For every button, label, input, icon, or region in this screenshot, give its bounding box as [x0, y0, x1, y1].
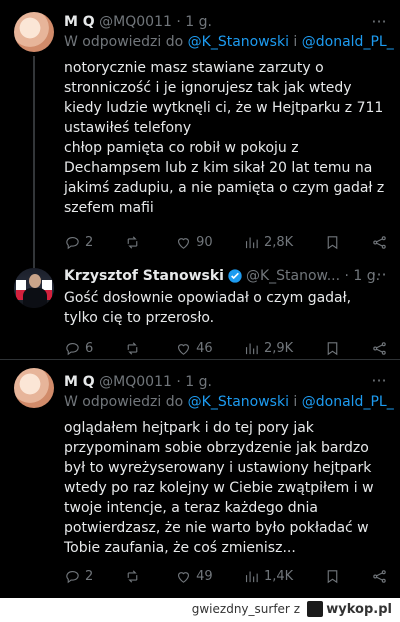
verified-icon: [228, 269, 242, 283]
tweet-header: M Q @MQ0011 · 1 g.: [64, 372, 388, 392]
tweet-actions: 6 46 2,9K: [64, 338, 388, 358]
reply-prefix: W odpowiedzi do: [64, 34, 184, 50]
views-icon: [245, 571, 258, 582]
mention-link[interactable]: @K_Stanowski: [188, 34, 289, 50]
timestamp[interactable]: 1 g.: [185, 372, 212, 392]
reply-button[interactable]: 2: [64, 568, 93, 585]
reply-button[interactable]: 2: [64, 234, 93, 251]
bookmark-icon: [327, 341, 337, 355]
user-handle[interactable]: @MQ0011: [99, 372, 172, 392]
mention-link[interactable]: @donald_PL_: [302, 394, 394, 410]
share-button[interactable]: [371, 568, 388, 585]
user-handle[interactable]: @K_Stanow...: [246, 266, 340, 286]
tweet-thread: · · · M Q @MQ0011 · 1 g. W odpowiedzi do @…: [0, 0, 400, 598]
reply-prefix: W odpowiedzi do: [64, 394, 184, 410]
tweet-1[interactable]: ··· M Q @MQ0011 · 1 g. W odpowiedzi do @…: [0, 0, 400, 260]
wykop-logo-text: wykop.pl: [326, 601, 392, 617]
display-name[interactable]: M Q: [64, 372, 95, 392]
reply-count: 2: [85, 568, 94, 584]
share-icon: [373, 235, 386, 249]
reply-count: 2: [85, 234, 94, 250]
tweet-text-content: notorycznie masz stawiane zarzuty o stro…: [64, 60, 385, 216]
reply-and: i: [293, 394, 298, 410]
avatar[interactable]: [14, 368, 54, 408]
display-name[interactable]: Krzysztof Stanowski: [64, 266, 224, 286]
views-icon: [245, 343, 258, 354]
tweet-text: notorycznie masz stawiane zarzuty o stro…: [64, 58, 388, 218]
bookmark-button[interactable]: [324, 568, 341, 585]
user-handle[interactable]: @MQ0011: [99, 12, 172, 32]
thread-line: [33, 56, 35, 260]
share-button[interactable]: [371, 340, 388, 357]
tweet-header: Krzysztof Stanowski @K_Stanow... · 1 g.: [64, 266, 388, 286]
avatar[interactable]: [14, 12, 54, 52]
like-icon: [178, 237, 190, 249]
bookmark-icon: [327, 569, 337, 583]
bookmark-button[interactable]: [324, 340, 341, 357]
reply-icon: [66, 342, 79, 355]
tweet-text: oglądałem hejtpark i do tej pory jak prz…: [64, 418, 388, 558]
display-name[interactable]: M Q: [64, 12, 95, 32]
separator-dot: ·: [176, 374, 181, 390]
mention-link[interactable]: @donald_PL_: [302, 34, 394, 50]
separator-dot: ·: [176, 14, 181, 30]
mention-link[interactable]: @K_Stanowski: [188, 394, 289, 410]
wykop-logo-icon: [307, 601, 324, 617]
bookmark-icon: [327, 235, 337, 249]
reply-and: i: [293, 34, 298, 50]
wykop-logo: wykop.pl: [307, 601, 392, 617]
share-icon: [373, 569, 386, 583]
retweet-icon: [127, 235, 137, 249]
thread-line: [33, 260, 35, 268]
like-button[interactable]: 49: [175, 568, 213, 585]
views-button[interactable]: 2,8K: [243, 234, 293, 251]
reply-icon: [66, 570, 79, 583]
share-icon: [373, 341, 386, 355]
reply-context: W odpowiedzi do @K_Stanowski i @donald_P…: [64, 32, 394, 52]
watermark-footer: gwiezdny_surfer z wykop.pl: [0, 598, 400, 622]
views-button[interactable]: 2,9K: [243, 340, 293, 357]
timestamp[interactable]: 1 g.: [185, 12, 212, 32]
views-count: 2,8K: [264, 234, 294, 250]
timestamp[interactable]: 1 g.: [353, 266, 380, 286]
like-count: 49: [196, 568, 213, 584]
like-icon: [178, 343, 190, 355]
reply-context: W odpowiedzi do @K_Stanowski i @donald_P…: [64, 392, 394, 412]
tweet-text: Gość dosłownie opowiadał o czym gadał, t…: [64, 288, 388, 328]
avatar[interactable]: [14, 268, 54, 308]
retweet-button[interactable]: [124, 568, 145, 585]
like-button[interactable]: 46: [175, 340, 213, 357]
views-icon: [245, 237, 258, 248]
reply-button[interactable]: 6: [64, 340, 93, 357]
share-button[interactable]: [371, 234, 388, 251]
tweet-text-content: oglądałem hejtpark i do tej pory jak prz…: [64, 420, 374, 556]
tweet-actions: 2 49 1,4K: [64, 566, 388, 586]
like-count: 90: [196, 234, 213, 250]
tweet-header: M Q @MQ0011 · 1 g.: [64, 12, 388, 32]
like-icon: [178, 571, 190, 583]
views-count: 1,4K: [264, 568, 294, 584]
tweet-actions: 2 90 2,8K: [64, 232, 388, 252]
retweet-button[interactable]: [124, 234, 145, 251]
retweet-icon: [127, 569, 137, 583]
views-count: 2,9K: [264, 340, 294, 356]
reply-count: 6: [85, 340, 94, 356]
views-button[interactable]: 1,4K: [243, 568, 293, 585]
separator-dot: ·: [344, 268, 349, 284]
tweet-2[interactable]: ··· Krzysztof Stanowski @K_Stanow... · 1…: [0, 260, 400, 360]
uploader-name: gwiezdny_surfer z: [191, 602, 300, 616]
tweet-text-content: Gość dosłownie opowiadał o czym gadał, t…: [64, 290, 352, 326]
like-count: 46: [196, 340, 213, 356]
like-button[interactable]: 90: [175, 234, 213, 251]
tweet-3[interactable]: ··· M Q @MQ0011 · 1 g. W odpowiedzi do @…: [0, 360, 400, 598]
bookmark-button[interactable]: [324, 234, 341, 251]
retweet-icon: [127, 341, 137, 355]
retweet-button[interactable]: [124, 340, 145, 357]
reply-icon: [66, 236, 79, 249]
